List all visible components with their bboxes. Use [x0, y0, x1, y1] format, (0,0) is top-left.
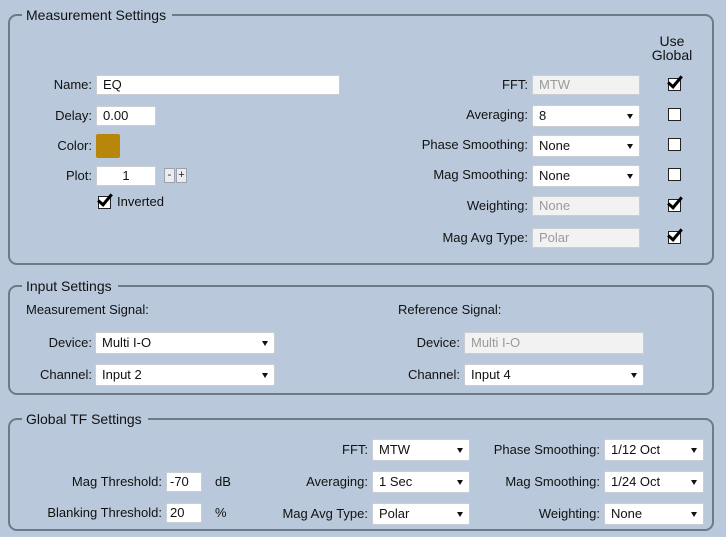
global-phase-smoothing-chevron-down-icon — [691, 448, 697, 453]
averaging-chevron-down-icon — [627, 114, 633, 119]
phase-smoothing-label: Phase Smoothing: — [421, 137, 528, 152]
ref-channel-select-value: Input 4 — [471, 367, 511, 382]
use-global-header-line2: Global — [651, 47, 693, 63]
mag-smoothing-label: Mag Smoothing: — [433, 167, 528, 182]
meas-channel-select-value: Input 2 — [102, 367, 142, 382]
meas-device-select-value: Multi I-O — [102, 335, 152, 350]
meas-channel-select[interactable]: Input 2 — [95, 364, 275, 386]
reference-signal-label: Reference Signal: — [398, 302, 502, 317]
global-phase-smoothing-label: Phase Smoothing: — [493, 442, 600, 457]
global-mag-smoothing-select[interactable]: 1/24 Oct — [604, 471, 704, 493]
mag-threshold-unit: dB — [215, 474, 231, 489]
global-mag-smoothing-chevron-down-icon — [691, 480, 697, 485]
ref-device-field: Multi I-O — [464, 332, 644, 354]
meas-channel-chevron-down-icon — [262, 373, 268, 378]
global-averaging-select[interactable]: 1 Sec — [372, 471, 470, 493]
inverted-label: Inverted — [117, 194, 164, 209]
mag-smoothing-select[interactable]: None — [532, 165, 640, 187]
plot-label: Plot: — [65, 168, 92, 183]
delay-input[interactable]: 0.00 — [96, 106, 156, 126]
name-label: Name: — [53, 77, 92, 92]
ref-device-label: Device: — [416, 335, 460, 350]
global-fft-label: FFT: — [342, 442, 368, 457]
global-tf-settings-group: Global TF Settings Mag Threshold: -70 dB… — [8, 410, 714, 531]
mag-avg-type-field: Polar — [532, 228, 640, 248]
averaging-label: Averaging: — [466, 107, 528, 122]
blanking-threshold-input[interactable]: 20 — [166, 503, 202, 523]
phase-smoothing-select[interactable]: None — [532, 135, 640, 157]
input-settings-legend: Input Settings — [22, 277, 118, 295]
weighting-field: None — [532, 196, 640, 216]
global-mag-avg-type-select-value: Polar — [379, 506, 410, 521]
color-label: Color: — [57, 138, 92, 153]
fft-field: MTW — [532, 75, 640, 95]
inverted-checkbox[interactable] — [98, 196, 111, 209]
ref-channel-label: Channel: — [407, 367, 460, 382]
use-global-averaging-checkbox[interactable] — [668, 108, 681, 121]
global-phase-smoothing-select[interactable]: 1/12 Oct — [604, 439, 704, 461]
phase-smoothing-chevron-down-icon — [627, 144, 633, 149]
use-global-mag-avg-type-checkbox[interactable] — [668, 231, 681, 244]
use-global-header-line1: Use — [659, 33, 685, 49]
fft-label: FFT: — [502, 77, 528, 92]
global-averaging-label: Averaging: — [306, 474, 368, 489]
plot-decrement-button[interactable]: - — [164, 168, 175, 183]
global-phase-smoothing-select-value: 1/12 Oct — [611, 442, 661, 457]
mag-smoothing-chevron-down-icon — [627, 174, 633, 179]
mag-threshold-input[interactable]: -70 — [166, 472, 202, 492]
ref-channel-chevron-down-icon — [631, 373, 637, 378]
global-fft-select[interactable]: MTW — [372, 439, 470, 461]
input-settings-group: Input Settings Measurement Signal: Refer… — [8, 277, 714, 395]
mag-threshold-label: Mag Threshold: — [71, 474, 162, 489]
global-weighting-select-value: None — [611, 506, 643, 521]
global-weighting-label: Weighting: — [538, 506, 600, 521]
blanking-threshold-unit: % — [215, 505, 227, 520]
global-fft-chevron-down-icon — [457, 448, 463, 453]
averaging-select[interactable]: 8 — [532, 105, 640, 127]
use-global-fft-checkbox[interactable] — [668, 78, 681, 91]
measurement-signal-label: Measurement Signal: — [26, 302, 149, 317]
global-fft-select-value: MTW — [379, 442, 411, 457]
meas-device-label: Device: — [48, 335, 92, 350]
weighting-label: Weighting: — [466, 198, 528, 213]
global-mag-smoothing-label: Mag Smoothing: — [505, 474, 600, 489]
measurement-settings-group: Measurement Settings Use Global Name: EQ… — [8, 6, 714, 265]
meas-device-select[interactable]: Multi I-O — [95, 332, 275, 354]
plot-number-input[interactable]: 1 — [96, 166, 156, 186]
mag-avg-type-label: Mag Avg Type: — [442, 230, 528, 245]
ref-channel-select[interactable]: Input 4 — [464, 364, 644, 386]
averaging-select-value: 8 — [539, 108, 547, 123]
global-averaging-chevron-down-icon — [457, 480, 463, 485]
use-global-header: Use Global — [642, 34, 702, 62]
blanking-threshold-label: Blanking Threshold: — [47, 505, 162, 520]
name-input[interactable]: EQ — [96, 75, 340, 95]
mag-smoothing-select-value: None — [539, 168, 571, 183]
use-global-weighting-checkbox[interactable] — [668, 199, 681, 212]
global-mag-avg-type-chevron-down-icon — [457, 512, 463, 517]
plot-increment-button[interactable]: + — [176, 168, 187, 183]
meas-channel-label: Channel: — [39, 367, 92, 382]
global-weighting-select[interactable]: None — [604, 503, 704, 525]
global-averaging-select-value: 1 Sec — [379, 474, 413, 489]
measurement-settings-legend: Measurement Settings — [22, 6, 173, 24]
meas-device-chevron-down-icon — [262, 341, 268, 346]
color-swatch[interactable] — [96, 134, 120, 158]
global-tf-settings-legend: Global TF Settings — [22, 410, 148, 428]
global-weighting-chevron-down-icon — [691, 512, 697, 517]
use-global-mag-smoothing-checkbox[interactable] — [668, 168, 681, 181]
global-mag-avg-type-select[interactable]: Polar — [372, 503, 470, 525]
global-mag-smoothing-select-value: 1/24 Oct — [611, 474, 661, 489]
phase-smoothing-select-value: None — [539, 138, 571, 153]
use-global-phase-smoothing-checkbox[interactable] — [668, 138, 681, 151]
delay-label: Delay: — [55, 108, 92, 123]
global-mag-avg-type-label: Mag Avg Type: — [282, 506, 368, 521]
